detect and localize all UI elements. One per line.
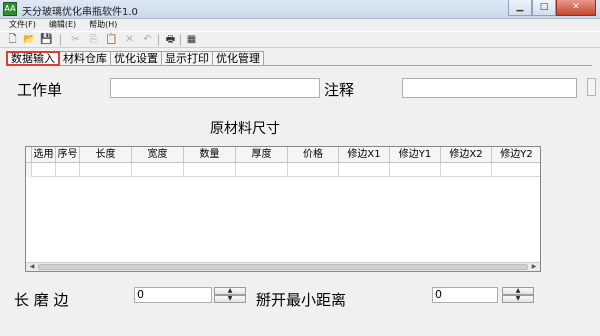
save-icon[interactable]: 💾	[39, 33, 54, 47]
grid-header: 选用 序号 长度 宽度 数量 厚度 价格 修边X1 修边Y1 修边X2 修边Y2	[26, 147, 540, 163]
table-cell[interactable]	[492, 163, 540, 177]
column-header[interactable]: 厚度	[236, 147, 288, 163]
column-header[interactable]: 修边X2	[441, 147, 492, 163]
scroll-right-icon[interactable]: ▶	[529, 263, 539, 271]
column-header[interactable]: 选用	[32, 147, 56, 163]
window-title: 天分玻璃优化串瓶软件1.0	[22, 7, 138, 18]
min-break-distance-down-button[interactable]: ▼	[502, 295, 534, 303]
toolbar-separator	[158, 34, 159, 46]
table-cell[interactable]	[288, 163, 339, 177]
minimize-button[interactable]: ▁	[508, 0, 532, 16]
min-break-distance-input[interactable]: 0	[432, 287, 498, 303]
maximize-button[interactable]: □	[532, 0, 556, 16]
toolbar-separator	[60, 34, 61, 46]
work-order-label: 工作单	[17, 81, 63, 99]
delete-icon[interactable]: ✕	[122, 33, 137, 47]
menu-bar: 文件(F) 编辑(E) 帮助(H)	[0, 19, 600, 31]
column-header[interactable]: 长度	[80, 147, 132, 163]
grid-horizontal-scrollbar[interactable]: ◀ ▶	[26, 262, 540, 271]
min-break-distance-up-button[interactable]: ▲	[502, 287, 534, 295]
section-title: 原材料尺寸	[210, 121, 280, 137]
edge-grinding-input[interactable]: 0	[134, 287, 212, 303]
column-header[interactable]: 修边Y1	[390, 147, 441, 163]
new-file-icon[interactable]: 🗋	[5, 33, 20, 47]
table-cell[interactable]	[339, 163, 390, 177]
menu-help[interactable]: 帮助(H)	[80, 19, 121, 31]
table-cell[interactable]	[184, 163, 236, 177]
tab-material-warehouse[interactable]: 材料仓库	[59, 51, 111, 66]
title-bar: AA 天分玻璃优化串瓶软件1.0 ▁ □ ✕	[0, 0, 600, 19]
table-cell[interactable]	[80, 163, 132, 177]
note-label: 注释	[324, 81, 355, 99]
edge-grinding-label: 长 磨 边	[14, 291, 69, 309]
edge-grinding-up-button[interactable]: ▲	[214, 287, 246, 295]
menu-edit[interactable]: 编辑(E)	[40, 19, 80, 31]
cut-icon[interactable]: ✂	[68, 33, 83, 47]
grid-icon[interactable]: ▦	[184, 33, 199, 47]
paste-icon[interactable]: 📋	[104, 33, 119, 47]
app-icon: AA	[3, 2, 17, 16]
table-cell[interactable]	[441, 163, 492, 177]
raw-material-grid[interactable]: 选用 序号 长度 宽度 数量 厚度 价格 修边X1 修边Y1 修边X2 修边Y2…	[25, 146, 541, 272]
column-header[interactable]: 修边Y2	[492, 147, 540, 163]
toolbar: 🗋 📂 💾 ✂ ⎘ 📋 ✕ ↶ 🖶 ▦	[0, 31, 600, 48]
column-header[interactable]: 宽度	[132, 147, 184, 163]
close-button[interactable]: ✕	[556, 0, 596, 16]
min-break-distance-label: 掰开最小距离	[256, 291, 347, 309]
table-cell[interactable]	[390, 163, 441, 177]
menu-file[interactable]: 文件(F)	[0, 19, 40, 31]
table-cell[interactable]	[236, 163, 288, 177]
column-header[interactable]: 价格	[288, 147, 339, 163]
edge-grinding-down-button[interactable]: ▼	[214, 295, 246, 303]
copy-icon[interactable]: ⎘	[86, 33, 101, 47]
scroll-left-icon[interactable]: ◀	[27, 263, 37, 271]
table-row[interactable]	[26, 163, 540, 177]
table-cell[interactable]	[132, 163, 184, 177]
column-header[interactable]: 序号	[56, 147, 80, 163]
scroll-thumb[interactable]	[38, 264, 528, 270]
tab-optimization-settings[interactable]: 优化设置	[110, 51, 162, 66]
table-cell[interactable]	[32, 163, 56, 177]
print-icon[interactable]: 🖶	[163, 33, 178, 47]
undo-icon[interactable]: ↶	[140, 33, 155, 47]
open-folder-icon[interactable]: 📂	[22, 33, 37, 47]
tab-optimization-management[interactable]: 优化管理	[212, 51, 264, 66]
column-header[interactable]: 数量	[184, 147, 236, 163]
tab-display-print[interactable]: 显示打印	[161, 51, 213, 66]
table-cell[interactable]	[56, 163, 80, 177]
panel-scrollbar[interactable]	[587, 78, 596, 96]
note-input[interactable]	[402, 78, 577, 98]
tab-data-input[interactable]: 数据输入	[6, 51, 60, 66]
tab-strip: 数据输入 材料仓库 优化设置 显示打印 优化管理	[6, 51, 264, 66]
toolbar-separator	[180, 34, 181, 46]
work-order-input[interactable]	[110, 78, 320, 98]
column-header[interactable]: 修边X1	[339, 147, 390, 163]
